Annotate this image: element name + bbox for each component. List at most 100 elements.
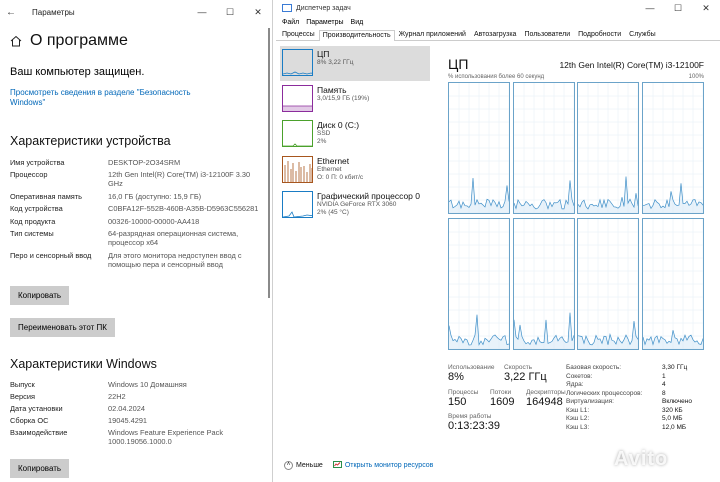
detail-row: Кэш L1: 320 КБ <box>566 407 704 416</box>
copy-windows-specs-button[interactable]: Копировать <box>10 459 70 478</box>
cpu-core-graph <box>641 82 704 214</box>
resource-line2: 2% <box>317 138 327 145</box>
scrollbar[interactable] <box>268 28 270 298</box>
resource-line1: Ethernet <box>317 165 342 173</box>
close-icon[interactable]: ✕ <box>244 7 272 18</box>
minimize-icon[interactable]: — <box>188 7 216 18</box>
resource-thumbnail <box>282 84 313 112</box>
detail-value: 4 <box>662 381 666 388</box>
detail-row: Сокетов: 1 <box>566 373 704 382</box>
fewer-details-label: Меньше <box>296 461 323 469</box>
taskmgr-app-icon <box>282 4 292 12</box>
processes-value: 150 <box>448 396 467 408</box>
resource-list: ЦП 8% 3,22 ГГц Память 3,0/15,9 ГБ (19%) Диск… <box>280 46 430 224</box>
spec-value: 22H2 <box>108 392 126 401</box>
detail-key: Сокетов: <box>566 372 593 380</box>
resource-name: Графический процессор 0 <box>317 191 421 201</box>
spec-value: 16,0 ГБ (доступно: 15,9 ГБ) <box>108 192 202 201</box>
spec-key: Перо и сенсорный ввод <box>10 251 92 260</box>
threads-label: Потоки <box>490 389 512 396</box>
detail-value: 320 КБ <box>662 406 683 414</box>
copy-device-specs-button[interactable]: Копировать <box>10 286 70 305</box>
chevron-up-icon: ˄ <box>284 460 293 470</box>
spec-row: Взаимодействие Windows Feature Experience… <box>10 428 272 446</box>
spec-key: Дата установки <box>10 404 63 413</box>
detail-row: Логических процессоров: 8 <box>566 390 704 399</box>
detail-key: Базовая скорость: <box>566 364 622 371</box>
menu-view[interactable]: Вид <box>351 19 364 26</box>
tab-processes[interactable]: Процессы <box>278 29 319 40</box>
device-spec-heading: Характеристики устройства <box>10 134 171 148</box>
minimize-icon[interactable]: — <box>636 3 664 14</box>
spec-row: Выпуск Windows 10 Домашняя <box>10 380 272 389</box>
spec-row: Дата установки 02.04.2024 <box>10 404 272 413</box>
resource-thumbnail <box>282 155 313 183</box>
resource-text: Диск 0 (C:) SSD 2% <box>317 120 359 146</box>
spec-key: Выпуск <box>10 380 35 389</box>
page-title: О программе <box>30 32 128 49</box>
resource-item[interactable]: Ethernet Ethernet О: 0 П: 0 кбит/с <box>280 153 430 188</box>
resource-monitor-link[interactable]: Открыть монитор ресурсов <box>332 460 433 470</box>
detail-value: 3,30 ГГц <box>662 364 688 371</box>
tab-startup[interactable]: Автозагрузка <box>470 29 520 40</box>
windows-spec-heading: Характеристики Windows <box>10 357 157 371</box>
resource-line1: 8% 3,22 ГГц <box>317 59 354 66</box>
fewer-details-button[interactable]: ˄ Меньше <box>284 460 323 470</box>
detail-value: 12,0 МБ <box>662 423 687 431</box>
maximize-icon[interactable]: ☐ <box>664 3 692 14</box>
detail-value: 8 <box>662 389 666 397</box>
resource-item[interactable]: Графический процессор 0 NVIDIA GeForce RT… <box>280 188 430 223</box>
spec-key: Тип системы <box>10 229 54 238</box>
tab-app-history[interactable]: Журнал приложений <box>395 29 470 40</box>
back-arrow-icon[interactable]: ← <box>0 7 22 18</box>
detail-row: Кэш L3: 12,0 МБ <box>566 424 704 433</box>
cpu-graph-caption: % использования более 60 секунд <box>448 74 545 80</box>
spec-row: Код продукта 00326-10000-00000-AA418 <box>10 217 272 226</box>
settings-window: ← Параметры — ☐ ✕ О программе Ваш компью… <box>0 0 273 482</box>
usage-value: 8% <box>448 371 464 383</box>
resource-item[interactable]: Память 3,0/15,9 ГБ (19%) <box>280 82 430 117</box>
resource-line1: SSD <box>317 130 331 137</box>
cpu-core-graph <box>577 218 639 350</box>
spec-row: Сборка ОС 19045.4291 <box>10 416 272 425</box>
resource-monitor-icon <box>332 460 342 468</box>
resource-item[interactable]: Диск 0 (C:) SSD 2% <box>280 117 430 152</box>
tab-details[interactable]: Подробности <box>574 29 625 40</box>
rename-pc-button[interactable]: Переименовать этот ПК <box>10 318 115 337</box>
spec-key: Код продукта <box>10 217 56 226</box>
tab-users[interactable]: Пользователи <box>520 29 574 40</box>
resource-line1: 3,0/15,9 ГБ (19%) <box>317 94 370 102</box>
tab-performance[interactable]: Производительность <box>318 30 395 41</box>
menu-bar: Файл Параметры Вид <box>276 16 720 28</box>
cpu-core-graph <box>512 218 575 350</box>
taskmgr-window-title: Диспетчер задач <box>296 4 351 12</box>
tab-bar: Процессы Производительность Журнал прило… <box>276 28 720 41</box>
usage-label: Использование <box>448 364 495 371</box>
home-icon[interactable] <box>10 35 22 47</box>
detail-key: Кэш L2: <box>566 415 590 422</box>
resource-thumbnail <box>282 120 313 147</box>
close-icon[interactable]: ✕ <box>692 3 720 14</box>
security-details-link[interactable]: Просмотреть сведения в разделе "Безопасн… <box>10 88 200 108</box>
spec-key: Взаимодействие <box>10 428 68 437</box>
cpu-core-graphs <box>448 82 704 352</box>
detail-key: Кэш L3: <box>566 423 590 431</box>
resource-item[interactable]: ЦП 8% 3,22 ГГц <box>280 46 430 81</box>
resource-line2: 2% (45 °C) <box>317 209 349 216</box>
resource-name: ЦП <box>317 49 330 59</box>
spec-row: Версия 22H2 <box>10 392 272 401</box>
task-manager-window: Диспетчер задач — ☐ ✕ Файл Параметры Вид… <box>276 0 720 482</box>
cpu-core-graph <box>448 82 510 214</box>
detail-key: Ядра: <box>566 381 584 388</box>
tab-services[interactable]: Службы <box>625 29 660 40</box>
settings-titlebar: ← Параметры — ☐ ✕ <box>0 0 272 24</box>
cpu-core-graph <box>512 82 575 214</box>
settings-window-title: Параметры <box>32 7 75 17</box>
spec-value: 12th Gen Intel(R) Core(TM) i3-12100F 3.3… <box>108 170 251 188</box>
resource-text: Графический процессор 0 NVIDIA GeForce RT… <box>317 191 420 217</box>
menu-options[interactable]: Параметры <box>306 19 343 26</box>
menu-file[interactable]: Файл <box>282 19 299 26</box>
spec-row: Оперативная память 16,0 ГБ (доступно: 15,… <box>10 192 272 201</box>
cpu-model: 12th Gen Intel(R) Core(TM) i3-12100F <box>559 60 704 70</box>
maximize-icon[interactable]: ☐ <box>216 7 244 18</box>
